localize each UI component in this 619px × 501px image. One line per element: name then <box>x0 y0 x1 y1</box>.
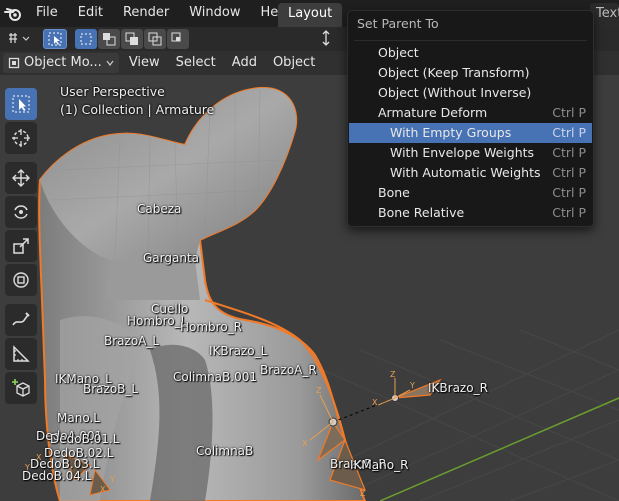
selection-mode-group <box>75 29 189 49</box>
svg-text:X: X <box>100 485 106 494</box>
annotate-icon <box>12 312 30 326</box>
menu-window[interactable]: Window <box>179 0 250 27</box>
transform-orientation-dropdown[interactable] <box>3 29 33 49</box>
select-invert-button[interactable] <box>144 29 166 49</box>
select-box-icon <box>12 95 30 113</box>
measure-tool-button[interactable] <box>5 338 37 370</box>
scale-icon <box>13 238 29 254</box>
menu-item-object-without-inverse[interactable]: Object (Without Inverse) <box>349 83 592 103</box>
cursor-icon <box>12 129 30 147</box>
bone-label: BrazoB_L <box>83 382 139 396</box>
set-parent-menu: Set Parent To Object Object (Keep Transf… <box>347 10 594 227</box>
bone-label: Mano.L <box>57 411 100 425</box>
menu-item-bone[interactable]: Bone Ctrl P <box>349 183 592 203</box>
svg-text:X: X <box>372 398 378 407</box>
add-cube-icon <box>12 379 30 397</box>
select-tool-button[interactable] <box>5 88 37 120</box>
svg-text:Z: Z <box>390 370 396 379</box>
viewport-perspective-label: User Perspective <box>60 84 165 99</box>
menu-item-with-automatic-weights[interactable]: With Automatic Weights Ctrl P <box>349 163 592 183</box>
menu-object[interactable]: Object <box>267 53 321 73</box>
select-box-icon <box>48 32 62 46</box>
svg-text:Z: Z <box>316 386 322 395</box>
transform-icon <box>13 272 29 288</box>
rotate-icon <box>14 205 28 219</box>
svg-text:Y: Y <box>109 475 115 484</box>
bone-label: Garganta <box>143 251 200 265</box>
bone-label: IKBrazo_L <box>209 344 268 358</box>
menu-item-object[interactable]: Object <box>349 43 592 63</box>
move-icon <box>12 169 30 187</box>
tab-layout[interactable]: Layout <box>278 3 343 27</box>
bone-label: Hombro_R <box>180 320 243 334</box>
bone-label: IKBrazo_R <box>428 381 488 395</box>
bone-label: BrazoA_R <box>260 363 317 377</box>
menu-item-object-keep-transform[interactable]: Object (Keep Transform) <box>349 63 592 83</box>
menu-divider <box>354 40 587 41</box>
bone-label: DedoB.01.L <box>50 432 120 446</box>
viewport-collection-label: (1) Collection | Armature <box>60 102 215 117</box>
bone-label: DedoB.04.L <box>22 469 92 483</box>
menu-render[interactable]: Render <box>113 0 179 27</box>
menu-select[interactable]: Select <box>170 53 222 73</box>
menu-view[interactable]: View <box>123 53 166 73</box>
bone-label: ColimnaB <box>196 444 254 458</box>
select-mode-button[interactable] <box>43 29 67 49</box>
svg-text:X: X <box>302 439 308 448</box>
transform-icon-small[interactable] <box>319 29 333 49</box>
svg-text:Y: Y <box>409 381 415 390</box>
select-subtract-button[interactable] <box>121 29 143 49</box>
menu-title: Set Parent To <box>357 16 439 31</box>
tool-shelf <box>3 87 39 405</box>
bone-label: ColimnaB.001 <box>173 370 257 384</box>
mode-label: Object Mo... <box>24 55 102 70</box>
bone-label: IKMano_R <box>350 458 409 472</box>
object-mode-icon <box>8 57 20 69</box>
bone-label: Hombro_L <box>127 314 188 328</box>
chevron-down-icon <box>106 60 114 66</box>
menu-item-with-empty-groups[interactable]: With Empty Groups Ctrl P <box>349 123 592 143</box>
select-intersect-button[interactable] <box>167 29 189 49</box>
menu-add[interactable]: Add <box>226 53 263 73</box>
blender-logo-icon[interactable] <box>0 0 26 27</box>
select-new-button[interactable] <box>75 29 97 49</box>
bone-label: Cabeza <box>137 202 182 216</box>
annotate-tool-button[interactable] <box>5 304 37 336</box>
mode-dropdown[interactable]: Object Mo... <box>3 53 119 73</box>
svg-text:Z: Z <box>360 489 366 498</box>
menu-item-bone-relative[interactable]: Bone Relative Ctrl P <box>349 203 592 223</box>
menu-file[interactable]: File <box>26 0 68 27</box>
select-extend-button[interactable] <box>98 29 120 49</box>
scale-tool-button[interactable] <box>5 230 37 262</box>
menu-edit[interactable]: Edit <box>68 0 113 27</box>
bone-label: BrazoA_L <box>104 334 160 348</box>
menu-item-with-envelope-weights[interactable]: With Envelope Weights Ctrl P <box>349 143 592 163</box>
menu-item-armature-deform[interactable]: Armature Deform Ctrl P <box>349 103 592 123</box>
tab-texture-paint[interactable]: Texture Paint <box>590 3 619 27</box>
pivot-icon <box>9 33 30 43</box>
transform-tool-button[interactable] <box>5 264 37 296</box>
cursor-tool-button[interactable] <box>5 122 37 154</box>
measure-icon <box>13 345 30 362</box>
rotate-tool-button[interactable] <box>5 196 37 228</box>
move-tool-button[interactable] <box>5 162 37 194</box>
add-cube-tool-button[interactable] <box>5 372 37 404</box>
